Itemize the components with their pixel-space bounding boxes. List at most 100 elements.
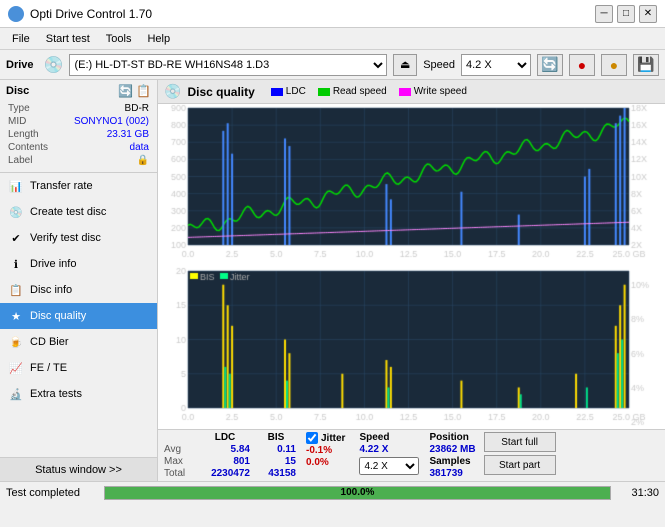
start-part-button[interactable]: Start part	[484, 455, 556, 475]
speed-stats-label: Speed	[359, 432, 419, 443]
app-icon	[8, 6, 24, 22]
avg-ldc: 5.84	[200, 444, 250, 455]
close-button[interactable]: ✕	[639, 5, 657, 23]
menu-file[interactable]: File	[4, 31, 38, 47]
main-layout: Disc 🔄 📋 Type BD-R MID SONYNO1 (002) Len…	[0, 80, 665, 481]
legend-write-speed: Write speed	[399, 86, 467, 97]
nav-fe-te-label: FE / TE	[30, 362, 67, 374]
disc-title: Disc	[6, 85, 29, 97]
menu-bar: File Start test Tools Help	[0, 28, 665, 50]
progress-text: 100.0%	[105, 487, 610, 499]
nav-transfer-rate-label: Transfer rate	[30, 180, 93, 192]
jitter-max: 0.0%	[306, 457, 345, 468]
nav-create-test-disc[interactable]: 💿 Create test disc	[0, 199, 157, 225]
disc-info-panel: Disc 🔄 📋 Type BD-R MID SONYNO1 (002) Len…	[0, 80, 157, 173]
nav-transfer-rate[interactable]: 📊 Transfer rate	[0, 173, 157, 199]
minimize-button[interactable]: ─	[595, 5, 613, 23]
total-bis: 43158	[256, 468, 296, 479]
contents-label: Contents	[8, 142, 63, 153]
drive-info-icon: ℹ	[8, 256, 24, 272]
drive-label: Drive	[6, 59, 34, 71]
nav-extra-tests[interactable]: 🔬 Extra tests	[0, 381, 157, 407]
samples-label: Samples	[429, 456, 475, 467]
position-stats: Position 23862 MB Samples 381739	[429, 432, 475, 479]
nav-fe-te[interactable]: 📈 FE / TE	[0, 355, 157, 381]
maximize-button[interactable]: □	[617, 5, 635, 23]
stats-empty-header	[164, 432, 194, 443]
nav-disc-info-label: Disc info	[30, 284, 72, 296]
samples-value: 381739	[429, 468, 475, 479]
jitter-avg: -0.1%	[306, 445, 345, 456]
max-label: Max	[164, 456, 194, 467]
length-value: 23.31 GB	[65, 129, 149, 140]
disc-info-nav-icon: 📋	[8, 282, 24, 298]
chart-legend: LDC Read speed Write speed	[271, 86, 467, 97]
chart2-canvas	[158, 267, 665, 429]
create-test-disc-icon: 💿	[8, 204, 24, 220]
stats-max-row: Max 801 15	[164, 456, 296, 467]
speed-select[interactable]: 4.2 X	[461, 54, 531, 76]
color1-button[interactable]: ●	[569, 54, 595, 76]
jitter-stats: Jitter -0.1% 0.0%	[306, 432, 345, 469]
menu-tools[interactable]: Tools	[98, 31, 140, 47]
disc-info-table: Type BD-R MID SONYNO1 (002) Length 23.31…	[6, 101, 151, 168]
avg-label: Avg	[164, 444, 194, 455]
legend-ldc-label: LDC	[286, 86, 306, 97]
save-button[interactable]: 💾	[633, 54, 659, 76]
progress-bar-container: 100.0%	[104, 486, 611, 500]
nav-verify-test-disc[interactable]: ✔ Verify test disc	[0, 225, 157, 251]
quality-title: Disc quality	[187, 85, 254, 99]
label-icon: 🔒	[65, 155, 149, 166]
status-window-label: Status window >>	[35, 464, 122, 476]
title-bar: Opti Drive Control 1.70 ─ □ ✕	[0, 0, 665, 28]
disc-info-icon[interactable]: 📋	[136, 84, 151, 98]
ldc-header: LDC	[200, 432, 250, 443]
menu-help[interactable]: Help	[139, 31, 178, 47]
stats-avg-row: Avg 5.84 0.11	[164, 444, 296, 455]
jitter-checkbox[interactable]	[306, 432, 318, 444]
read-speed-color	[318, 88, 330, 96]
nav-disc-info[interactable]: 📋 Disc info	[0, 277, 157, 303]
nav-drive-info[interactable]: ℹ Drive info	[0, 251, 157, 277]
legend-read-speed: Read speed	[318, 86, 387, 97]
speed-stats-value: 4.22 X	[359, 444, 419, 455]
eject-button[interactable]: ⏏	[393, 54, 417, 76]
action-buttons: Start full Start part	[484, 432, 556, 475]
write-speed-color	[399, 88, 411, 96]
stats-total-row: Total 2230472 43158	[164, 468, 296, 479]
position-label: Position	[429, 432, 475, 443]
start-full-button[interactable]: Start full	[484, 432, 556, 452]
sidebar: Disc 🔄 📋 Type BD-R MID SONYNO1 (002) Len…	[0, 80, 158, 481]
disc-quality-icon: ★	[8, 308, 24, 324]
chart1-wrapper	[158, 104, 665, 267]
total-ldc: 2230472	[200, 468, 250, 479]
bottom-bar: Test completed 100.0% 31:30	[0, 481, 665, 503]
nav-verify-test-disc-label: Verify test disc	[30, 232, 101, 244]
stats-bar: LDC BIS Avg 5.84 0.11 Max 801 15 Total 2…	[158, 429, 665, 481]
label-label: Label	[8, 155, 63, 166]
jitter-label: Jitter	[321, 433, 345, 444]
mid-label: MID	[8, 116, 63, 127]
legend-read-speed-label: Read speed	[333, 86, 387, 97]
nav-cd-bier[interactable]: 🍺 CD Bier	[0, 329, 157, 355]
quality-header-icon: 💿	[164, 83, 181, 100]
legend-ldc: LDC	[271, 86, 306, 97]
jitter-header: Jitter	[306, 432, 345, 444]
nav-disc-quality[interactable]: ★ Disc quality	[0, 303, 157, 329]
nav-items: 📊 Transfer rate 💿 Create test disc ✔ Ver…	[0, 173, 157, 457]
quality-header: 💿 Disc quality LDC Read speed Write spee…	[158, 80, 665, 104]
color2-button[interactable]: ●	[601, 54, 627, 76]
nav-disc-quality-label: Disc quality	[30, 310, 86, 322]
refresh-button[interactable]: 🔄	[537, 54, 563, 76]
ldc-bis-stats: LDC BIS Avg 5.84 0.11 Max 801 15 Total 2…	[164, 432, 296, 479]
speed-stats-select[interactable]: 4.2 X	[359, 457, 419, 475]
status-window-button[interactable]: Status window >>	[0, 457, 157, 481]
title-bar-controls: ─ □ ✕	[595, 5, 657, 23]
disc-refresh-icon[interactable]: 🔄	[118, 84, 133, 98]
nav-cd-bier-label: CD Bier	[30, 336, 69, 348]
transfer-rate-icon: 📊	[8, 178, 24, 194]
total-label: Total	[164, 468, 194, 479]
charts-container	[158, 104, 665, 429]
drive-select[interactable]: (E:) HL-DT-ST BD-RE WH16NS48 1.D3	[69, 54, 387, 76]
menu-start-test[interactable]: Start test	[38, 31, 98, 47]
